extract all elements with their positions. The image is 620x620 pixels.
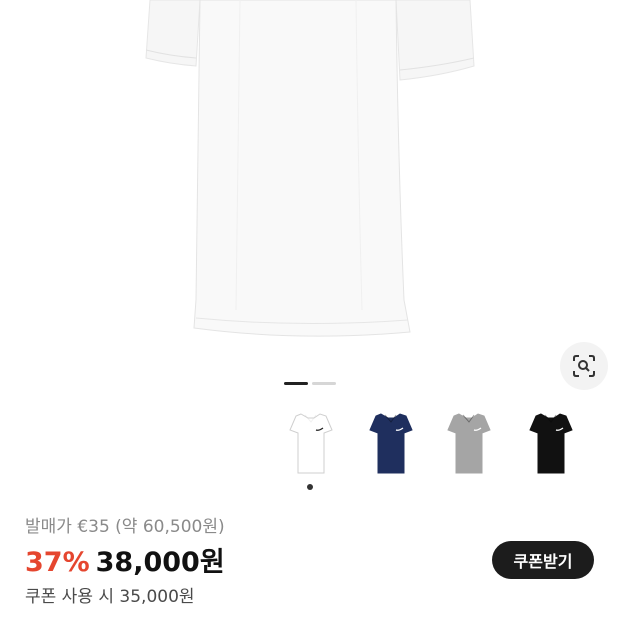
discount-rate: 37%	[25, 547, 90, 578]
variant-thumb-grey[interactable]	[428, 400, 508, 480]
variant-thumb-black[interactable]	[510, 400, 590, 480]
image-search-icon	[573, 355, 595, 377]
pager-indicator	[312, 382, 336, 385]
price-row: 37% 38,000원	[25, 540, 225, 578]
get-coupon-button[interactable]: 쿠폰받기	[492, 541, 594, 579]
polo-shirt-icon	[369, 413, 413, 474]
pager-indicator-active	[284, 382, 308, 385]
variant-thumb-navy[interactable]	[350, 400, 430, 480]
image-search-button[interactable]	[560, 342, 608, 390]
product-main-image[interactable]	[0, 0, 620, 370]
sale-price: 38,000원	[95, 547, 225, 578]
polo-shirt-icon	[289, 413, 333, 474]
image-pager	[284, 382, 336, 385]
original-price: 발매가 €35 (약 60,500원)	[25, 517, 225, 537]
selected-variant-dot	[307, 484, 313, 490]
polo-shirt-icon	[529, 413, 573, 474]
variant-thumb-white[interactable]	[270, 400, 350, 480]
color-variant-list	[270, 400, 620, 500]
polo-shirt-icon	[447, 413, 491, 474]
coupon-price-note: 쿠폰 사용 시 35,000원	[25, 587, 195, 607]
polo-shirt-illustration	[145, 0, 475, 337]
